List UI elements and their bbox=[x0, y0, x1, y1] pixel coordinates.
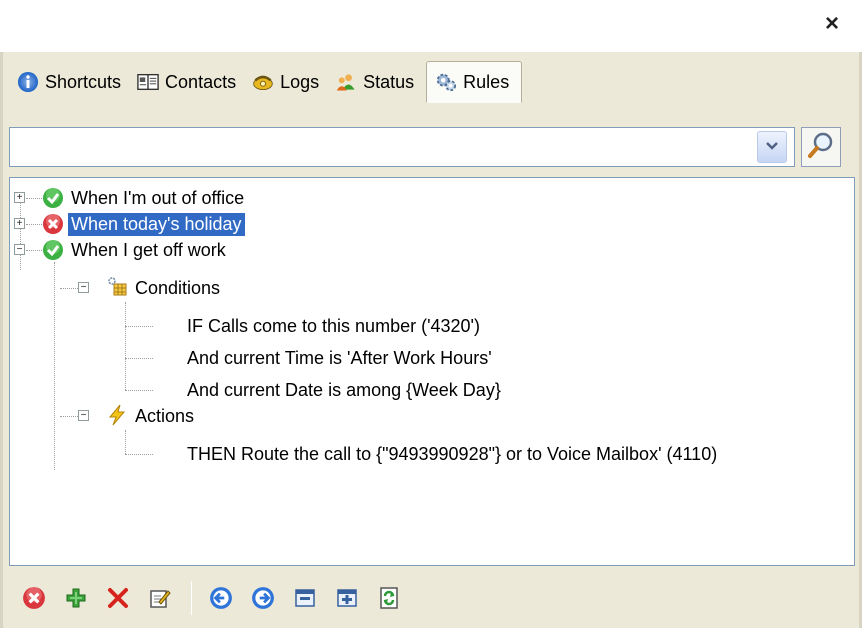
tree-item-condition[interactable]: And current Time is 'After Work Hours' bbox=[184, 343, 495, 373]
search-button[interactable] bbox=[801, 127, 841, 167]
tree-line bbox=[125, 326, 153, 327]
tab-status[interactable]: Status bbox=[327, 62, 422, 102]
rule-label: When I'm out of office bbox=[71, 187, 245, 208]
delete-rule-icon bbox=[108, 588, 128, 608]
move-up-icon bbox=[210, 587, 232, 609]
move-up-button[interactable] bbox=[208, 585, 234, 611]
collapse-toggle[interactable]: − bbox=[14, 244, 25, 255]
toolbar-separator bbox=[191, 581, 192, 615]
dropdown-button[interactable] bbox=[757, 131, 787, 163]
collapse-toggle[interactable]: − bbox=[78, 410, 89, 421]
tree-line bbox=[125, 454, 153, 455]
collapse-icon bbox=[295, 589, 315, 607]
conditions-icon bbox=[108, 277, 127, 296]
close-icon: × bbox=[824, 10, 839, 37]
move-down-button[interactable] bbox=[250, 585, 276, 611]
expand-all-button[interactable] bbox=[334, 585, 360, 611]
tree-line bbox=[125, 302, 126, 390]
close-button[interactable]: × bbox=[816, 8, 848, 40]
refresh-icon bbox=[380, 587, 398, 609]
collapse-toggle[interactable]: − bbox=[78, 282, 89, 293]
add-rule-icon bbox=[66, 588, 86, 608]
address-book-icon bbox=[137, 71, 159, 93]
bottom-toolbar bbox=[9, 572, 855, 624]
tab-bar: Shortcuts Contacts Logs Status Rules bbox=[9, 59, 523, 105]
tree-line bbox=[125, 390, 153, 391]
tab-shortcuts[interactable]: Shortcuts bbox=[9, 62, 129, 102]
tab-label: Contacts bbox=[165, 71, 237, 92]
condition-text: And current Date is among {Week Day} bbox=[187, 379, 501, 400]
tab-label: Shortcuts bbox=[45, 71, 122, 92]
tree-line bbox=[20, 198, 21, 270]
collapse-all-button[interactable] bbox=[292, 585, 318, 611]
action-text: THEN Route the call to {"9493990928"} or… bbox=[187, 443, 718, 464]
tree-line bbox=[125, 430, 126, 454]
rules-panel: Shortcuts Contacts Logs Status Rules + W… bbox=[0, 52, 862, 628]
rules-tree: + When I'm out of office + When today's … bbox=[9, 177, 855, 566]
move-down-icon bbox=[252, 587, 274, 609]
tab-rules[interactable]: Rules bbox=[426, 61, 523, 103]
tree-item-condition[interactable]: And current Date is among {Week Day} bbox=[184, 375, 504, 405]
search-row bbox=[9, 125, 855, 169]
expand-toggle[interactable]: + bbox=[14, 218, 25, 229]
delete-rule-button[interactable] bbox=[105, 585, 131, 611]
expand-icon bbox=[337, 589, 357, 607]
rule-label: When today's holiday bbox=[68, 212, 245, 236]
tree-item-actions[interactable]: Actions bbox=[132, 401, 197, 431]
search-icon bbox=[807, 131, 835, 164]
title-bar: × bbox=[0, 0, 862, 52]
check-icon bbox=[43, 188, 63, 208]
tree-line bbox=[54, 262, 55, 470]
edit-rule-icon bbox=[150, 590, 171, 608]
tab-logs[interactable]: Logs bbox=[244, 62, 327, 102]
info-icon bbox=[17, 71, 39, 93]
tree-line bbox=[125, 358, 153, 359]
check-icon bbox=[43, 240, 63, 260]
edit-rule-button[interactable] bbox=[147, 585, 173, 611]
disable-rule-button[interactable] bbox=[21, 585, 47, 611]
rule-label: When I get off work bbox=[71, 239, 226, 260]
tab-label: Logs bbox=[280, 71, 320, 92]
tree-item-action[interactable]: THEN Route the call to {"9493990928"} or… bbox=[184, 439, 720, 469]
gears-icon bbox=[435, 71, 457, 93]
lightning-icon bbox=[108, 404, 126, 426]
condition-text: IF Calls come to this number ('4320') bbox=[187, 315, 480, 336]
tree-item-condition[interactable]: IF Calls come to this number ('4320') bbox=[184, 311, 483, 341]
chevron-down-icon bbox=[765, 138, 779, 156]
tab-label: Rules bbox=[463, 71, 510, 92]
expand-toggle[interactable]: + bbox=[14, 192, 25, 203]
condition-text: And current Time is 'After Work Hours' bbox=[187, 347, 492, 368]
tab-contacts[interactable]: Contacts bbox=[129, 62, 244, 102]
tree-item-conditions[interactable]: Conditions bbox=[132, 273, 223, 303]
conditions-label: Conditions bbox=[135, 277, 221, 298]
phone-icon bbox=[252, 71, 274, 93]
error-icon bbox=[43, 214, 63, 234]
tab-label: Status bbox=[363, 71, 415, 92]
rule-filter-input[interactable] bbox=[9, 127, 795, 167]
add-rule-button[interactable] bbox=[63, 585, 89, 611]
users-icon bbox=[335, 71, 357, 93]
tree-item-rule[interactable]: When I get off work bbox=[68, 235, 229, 265]
actions-label: Actions bbox=[135, 405, 195, 426]
refresh-button[interactable] bbox=[376, 585, 402, 611]
disable-rule-icon bbox=[23, 587, 45, 609]
